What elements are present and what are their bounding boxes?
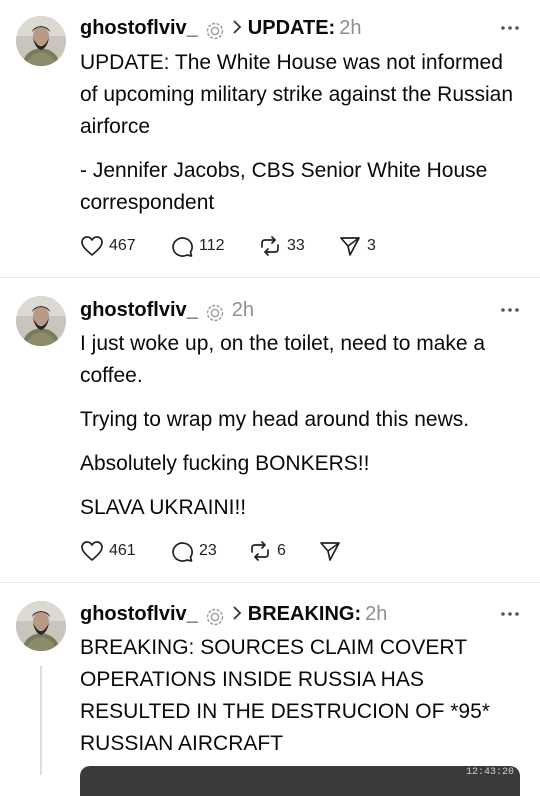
post-body: I just woke up, on the toilet, need to m… xyxy=(80,328,526,536)
video-timestamp: 12:43:20 xyxy=(465,767,514,778)
post-header: ghostoflviv_ UPDATE: 2h xyxy=(80,13,522,43)
verified-badge-icon xyxy=(206,605,224,626)
heart-icon xyxy=(81,541,103,561)
username[interactable]: ghostoflviv_ xyxy=(80,295,198,325)
username[interactable]: ghostoflviv_ xyxy=(80,13,198,43)
more-horizontal-icon[interactable] xyxy=(498,295,522,325)
reply-button[interactable]: 112 xyxy=(170,235,258,257)
avatar[interactable] xyxy=(16,296,66,346)
post-divider xyxy=(0,277,540,278)
post-paragraph: - Jennifer Jacobs, CBS Senior White Hous… xyxy=(80,159,488,214)
post-paragraph: Trying to wrap my head around this news. xyxy=(80,408,470,431)
verified-badge-icon xyxy=(206,19,224,40)
repost-icon xyxy=(251,541,269,561)
send-icon xyxy=(320,542,340,561)
repost-button[interactable]: 33 xyxy=(258,235,338,257)
like-button[interactable]: 467 xyxy=(80,235,170,257)
post-paragraph: SLAVA UKRAINI!! xyxy=(80,496,247,519)
like-count: 461 xyxy=(109,542,136,559)
reply-button[interactable]: 23 xyxy=(170,540,248,562)
reply-count: 112 xyxy=(199,237,225,254)
verified-badge-icon xyxy=(206,301,224,322)
avatar[interactable] xyxy=(16,16,66,66)
post-divider xyxy=(0,582,540,583)
heart-icon xyxy=(81,236,103,256)
repost-count: 6 xyxy=(277,542,286,559)
post-paragraph: Absolutely fucking BONKERS!! xyxy=(80,452,370,475)
reply-count: 23 xyxy=(199,542,217,559)
post-header: ghostoflviv_ 2h xyxy=(80,295,522,325)
topic-tag[interactable]: BREAKING: xyxy=(248,599,361,629)
like-count: 467 xyxy=(109,237,136,254)
action-bar: 467 112 33 3 xyxy=(80,233,398,259)
post-body: UPDATE: The White House was not informed… xyxy=(80,47,526,231)
avatar-image xyxy=(16,601,66,651)
send-icon xyxy=(340,237,360,256)
avatar-image xyxy=(16,16,66,66)
repost-button[interactable]: 6 xyxy=(248,540,318,562)
timestamp: 2h xyxy=(339,17,362,39)
action-bar: 461 23 6 xyxy=(80,538,358,564)
like-button[interactable]: 461 xyxy=(80,540,170,562)
repost-icon xyxy=(261,236,279,256)
chevron-right-icon xyxy=(232,599,242,629)
more-horizontal-icon[interactable] xyxy=(498,13,522,43)
post-body: BREAKING: SOURCES CLAIM COVERT OPERATION… xyxy=(80,632,526,772)
more-horizontal-icon[interactable] xyxy=(498,599,522,629)
username[interactable]: ghostoflviv_ xyxy=(80,599,198,629)
post-paragraph: BREAKING: SOURCES CLAIM COVERT OPERATION… xyxy=(80,636,490,755)
post-media-thumbnail[interactable]: 12:43:20 xyxy=(80,766,520,796)
avatar[interactable] xyxy=(16,601,66,651)
share-button[interactable] xyxy=(318,540,358,562)
repost-count: 33 xyxy=(287,237,305,254)
topic-tag[interactable]: UPDATE: xyxy=(248,13,335,43)
avatar-image xyxy=(16,296,66,346)
post-paragraph: I just woke up, on the toilet, need to m… xyxy=(80,332,486,387)
share-button[interactable]: 3 xyxy=(338,235,398,257)
share-count: 3 xyxy=(367,237,376,254)
comment-icon xyxy=(172,237,193,257)
chevron-right-icon xyxy=(232,13,242,43)
post-paragraph: UPDATE: The White House was not informed… xyxy=(80,51,514,138)
timestamp: 2h xyxy=(365,603,388,625)
thread-line xyxy=(40,666,42,775)
post-header: ghostoflviv_ BREAKING: 2h xyxy=(80,599,522,629)
timestamp: 2h xyxy=(231,299,255,321)
comment-icon xyxy=(172,542,193,562)
